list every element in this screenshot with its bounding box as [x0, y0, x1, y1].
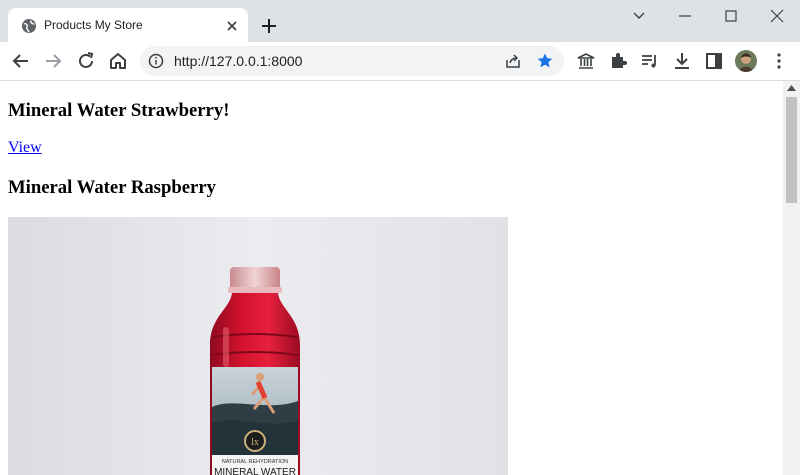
media-queue-icon[interactable]: [639, 50, 661, 72]
avatar[interactable]: [735, 50, 757, 72]
product-image: lx NATURAL REHYDRATION MINERAL WATER: [8, 217, 508, 475]
address-bar[interactable]: http://127.0.0.1:8000: [140, 46, 564, 76]
water-bottle-image: lx NATURAL REHYDRATION MINERAL WATER: [8, 217, 508, 475]
profile-photo-icon: [735, 50, 757, 72]
view-link[interactable]: View: [8, 139, 42, 157]
home-icon[interactable]: [107, 50, 129, 72]
label-title-text: MINERAL WATER: [214, 467, 296, 475]
product-heading: Mineral Water Strawberry!: [8, 100, 230, 121]
forward-arrow-icon[interactable]: [42, 50, 64, 72]
share-icon[interactable]: [504, 52, 522, 70]
new-tab-icon[interactable]: [259, 16, 279, 36]
toolbar: http://127.0.0.1:8000: [0, 42, 800, 81]
product-heading: Mineral Water Raspberry: [8, 177, 216, 198]
scrollbar-thumb[interactable]: [786, 97, 797, 203]
bank-icon[interactable]: [575, 50, 597, 72]
close-window-icon[interactable]: [767, 6, 787, 26]
reload-icon[interactable]: [75, 50, 97, 72]
scrollbar[interactable]: [783, 81, 800, 475]
svg-text:lx: lx: [251, 437, 259, 448]
maximize-icon[interactable]: [721, 6, 741, 26]
tab-strip: Products My Store: [0, 0, 800, 42]
info-icon[interactable]: [148, 53, 164, 69]
download-icon[interactable]: [671, 50, 693, 72]
globe-icon: [22, 19, 36, 33]
url-text[interactable]: http://127.0.0.1:8000: [174, 53, 302, 69]
scroll-up-arrow-icon[interactable]: [787, 85, 796, 91]
close-icon[interactable]: [224, 18, 240, 34]
tab-title: Products My Store: [44, 18, 143, 32]
side-panel-icon[interactable]: [703, 50, 725, 72]
bookmark-star-icon[interactable]: [536, 52, 554, 70]
chevron-down-icon[interactable]: [629, 6, 649, 26]
tab-products[interactable]: Products My Store: [8, 8, 248, 42]
extensions-puzzle-icon[interactable]: [607, 50, 629, 72]
back-arrow-icon[interactable]: [10, 50, 32, 72]
page-viewport: Mineral Water Strawberry! View Mineral W…: [0, 81, 783, 475]
minimize-icon[interactable]: [675, 6, 695, 26]
label-line-text: NATURAL REHYDRATION: [222, 459, 288, 465]
more-menu-icon[interactable]: [768, 50, 790, 72]
